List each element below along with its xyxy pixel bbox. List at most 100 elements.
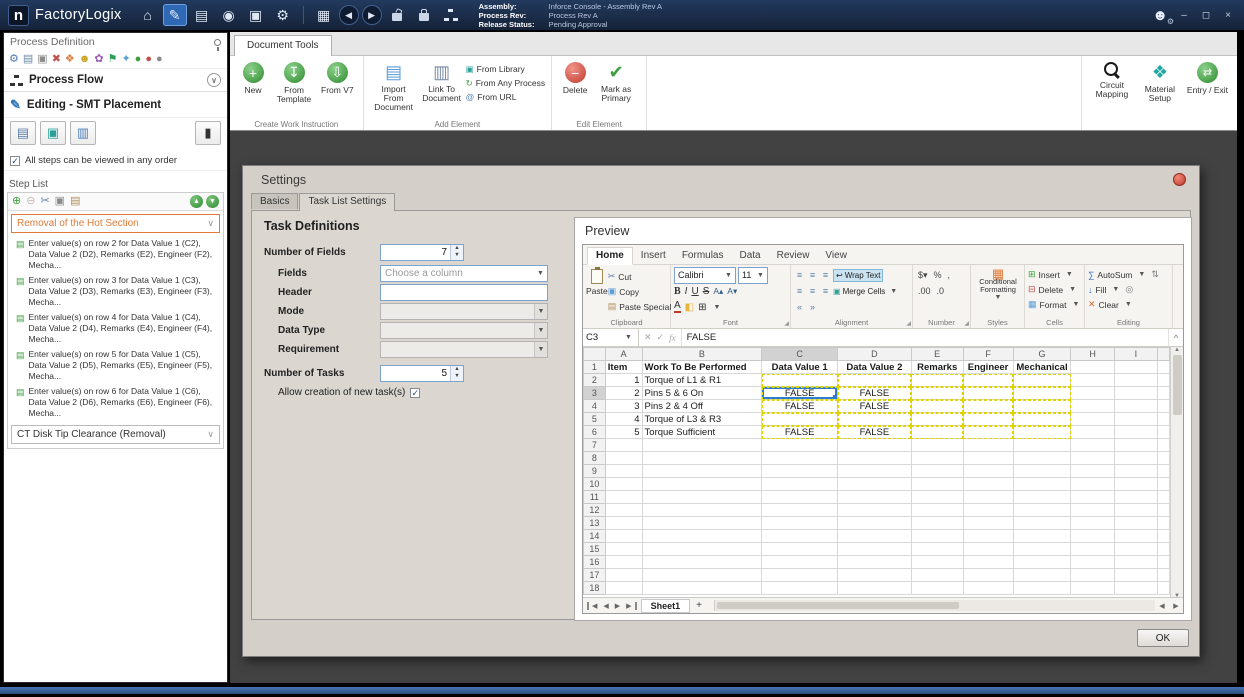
cell-C11[interactable] bbox=[761, 490, 838, 504]
cell-G2[interactable] bbox=[1012, 373, 1072, 387]
palette-icon[interactable]: ✿ bbox=[94, 54, 103, 65]
ok-button[interactable]: OK bbox=[1137, 629, 1189, 647]
restore-button[interactable]: ◻ bbox=[1200, 10, 1212, 21]
cell-A5[interactable]: 4 bbox=[604, 412, 643, 426]
cell-D17[interactable] bbox=[837, 568, 912, 582]
cell-A3[interactable]: 2 bbox=[604, 386, 643, 400]
scroll-left-icon[interactable]: ◀ bbox=[1155, 602, 1169, 610]
home-icon[interactable]: ⌂ bbox=[136, 4, 160, 26]
font-family-select[interactable]: Calibri ▼ bbox=[674, 266, 736, 284]
cut-button[interactable]: ✂ Cut bbox=[608, 269, 672, 284]
cell-D18[interactable] bbox=[837, 581, 912, 595]
cell-x9[interactable] bbox=[1157, 464, 1170, 478]
row-header-13[interactable]: 13 bbox=[583, 516, 606, 530]
row-header-9[interactable]: 9 bbox=[583, 464, 606, 478]
comma-style-button[interactable]: , bbox=[946, 270, 953, 280]
cell-C18[interactable] bbox=[761, 581, 838, 595]
increase-decimal-button[interactable]: .00 bbox=[916, 286, 933, 296]
cell-C17[interactable] bbox=[761, 568, 838, 582]
cell-x1[interactable] bbox=[1157, 360, 1170, 374]
cell-A16[interactable] bbox=[604, 555, 643, 569]
step-list-item[interactable]: ▤ Enter value(s) on row 2 for Data Value … bbox=[8, 236, 223, 273]
name-box[interactable]: C3 ▼ bbox=[583, 329, 639, 346]
row-header-4[interactable]: 4 bbox=[583, 399, 606, 413]
row-header-3[interactable]: 3 bbox=[583, 386, 606, 400]
tab-review[interactable]: Review bbox=[769, 248, 818, 264]
cell-C14[interactable] bbox=[761, 529, 838, 543]
cell-H17[interactable] bbox=[1070, 568, 1115, 582]
material-setup-button[interactable]: ❖ Material Setup bbox=[1136, 60, 1184, 130]
cell-B10[interactable] bbox=[641, 477, 763, 491]
row-header-17[interactable]: 17 bbox=[583, 568, 606, 582]
clear-button[interactable]: ✕ Clear ▼ bbox=[1088, 297, 1169, 312]
cell-G18[interactable] bbox=[1012, 581, 1072, 595]
cell-D1[interactable]: Data Value 2 bbox=[837, 360, 912, 374]
process-definition-icon[interactable]: ✎ bbox=[162, 4, 187, 26]
cell-B11[interactable] bbox=[641, 490, 763, 504]
tab-task-list-settings[interactable]: Task List Settings bbox=[299, 193, 396, 211]
mark-as-primary-button[interactable]: ✔ Mark as Primary bbox=[592, 60, 640, 103]
fields-select[interactable]: Choose a column ▼ bbox=[380, 264, 548, 282]
sheet-tab-sheet1[interactable]: Sheet1 bbox=[640, 598, 691, 613]
cell-E15[interactable] bbox=[910, 542, 964, 556]
cell-C2[interactable] bbox=[761, 373, 838, 387]
cell-x18[interactable] bbox=[1157, 581, 1170, 595]
cell-D2[interactable] bbox=[837, 373, 912, 387]
cell-B2[interactable]: Torque of L1 & R1 bbox=[641, 373, 763, 387]
spin-up-icon[interactable]: ▲ bbox=[451, 245, 463, 253]
alignment-dialog-launcher-icon[interactable]: ◢ bbox=[906, 320, 911, 327]
cell-A8[interactable] bbox=[604, 451, 643, 465]
cell-C5[interactable] bbox=[761, 412, 838, 426]
cell-A11[interactable] bbox=[604, 490, 643, 504]
cell-C8[interactable] bbox=[761, 451, 838, 465]
cell-I2[interactable] bbox=[1113, 373, 1159, 387]
cell-H10[interactable] bbox=[1070, 477, 1115, 491]
collapse-panel-button[interactable]: ∨ bbox=[207, 73, 221, 87]
find-select-icon[interactable]: ◎ bbox=[1125, 284, 1133, 295]
cell-H2[interactable] bbox=[1070, 373, 1115, 387]
cell-x6[interactable] bbox=[1157, 425, 1170, 439]
cell-F14[interactable] bbox=[962, 529, 1014, 543]
scroll-up-icon[interactable]: ▲ bbox=[1174, 347, 1180, 353]
cell-H4[interactable] bbox=[1070, 399, 1115, 413]
new-button[interactable]: + New bbox=[236, 60, 270, 95]
cell-G1[interactable]: Mechanical bbox=[1012, 360, 1072, 374]
user-account-icon[interactable]: ☻ ⚙ bbox=[1152, 7, 1174, 26]
minimize-button[interactable]: – bbox=[1178, 10, 1190, 21]
horizontal-scrollbar[interactable] bbox=[713, 600, 1155, 611]
header-input[interactable] bbox=[380, 283, 548, 301]
cell-F2[interactable] bbox=[962, 373, 1014, 387]
cell-D10[interactable] bbox=[837, 477, 912, 491]
formula-cancel-icon[interactable]: ✕ bbox=[644, 332, 652, 343]
cell-A15[interactable] bbox=[604, 542, 643, 556]
cell-G3[interactable] bbox=[1012, 386, 1072, 400]
cell-x3[interactable] bbox=[1157, 386, 1170, 400]
cell-D3[interactable]: FALSE bbox=[837, 386, 912, 400]
cell-B4[interactable]: Pins 2 & 4 Off bbox=[641, 399, 763, 413]
step-list-item[interactable]: ▤ Enter value(s) on row 3 for Data Value … bbox=[8, 273, 223, 310]
step-list-item[interactable]: ▤ Enter value(s) on row 6 for Data Value … bbox=[8, 384, 223, 421]
data-type-select[interactable]: ▼ bbox=[380, 321, 548, 339]
cell-H12[interactable] bbox=[1070, 503, 1115, 517]
cell-x8[interactable] bbox=[1157, 451, 1170, 465]
cut-step-icon[interactable]: ✂ bbox=[40, 196, 49, 207]
font-color-button[interactable]: A bbox=[674, 301, 681, 313]
cell-x16[interactable] bbox=[1157, 555, 1170, 569]
column-header-E[interactable]: E bbox=[910, 347, 964, 361]
tab-basics[interactable]: Basics bbox=[251, 193, 299, 209]
cell-B6[interactable]: Torque Sufficient bbox=[641, 425, 763, 439]
system-settings-icon[interactable]: ⚙ bbox=[271, 4, 295, 26]
tools-icon[interactable]: ✦ bbox=[121, 54, 130, 65]
cell-D5[interactable] bbox=[837, 412, 912, 426]
cell-F7[interactable] bbox=[962, 438, 1014, 452]
font-dialog-launcher-icon[interactable]: ◢ bbox=[784, 320, 789, 327]
cell-E7[interactable] bbox=[910, 438, 964, 452]
column-header-B[interactable]: B bbox=[641, 347, 763, 361]
cell-B15[interactable] bbox=[641, 542, 763, 556]
cell-I17[interactable] bbox=[1113, 568, 1159, 582]
cell-x7[interactable] bbox=[1157, 438, 1170, 452]
forward-icon[interactable]: ▶ bbox=[361, 5, 382, 25]
cell-D14[interactable] bbox=[837, 529, 912, 543]
cell-H9[interactable] bbox=[1070, 464, 1115, 478]
column-header-I[interactable]: I bbox=[1113, 347, 1159, 361]
